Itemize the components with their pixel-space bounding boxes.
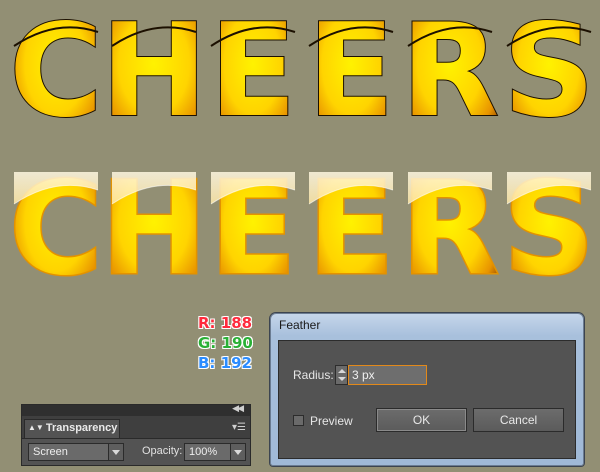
tab-transparency-label: Transparency (45, 422, 118, 434)
letter-e-3: E (208, 154, 298, 306)
opacity-select[interactable]: 100% (184, 443, 246, 461)
letter-c-1: C (8, 154, 105, 306)
transparency-panel: ◀◀ ▲▼ Transparency ▾☰ Screen Opacity: 100… (21, 403, 251, 466)
svg-text:C: C (9, 0, 103, 146)
dialog-body: Radius: 3 px Preview OK Cancel (278, 340, 576, 459)
svg-text:R: R (401, 0, 500, 146)
feather-dialog: Feather Radius: 3 px Preview OK Cancel (270, 313, 584, 466)
letter-h-2: H (99, 0, 208, 147)
blend-mode-value: Screen (33, 446, 68, 458)
chevron-down-icon[interactable] (230, 444, 245, 460)
tab-transparency[interactable]: ▲▼ Transparency (24, 419, 120, 438)
radius-input[interactable]: 3 px (348, 365, 427, 385)
stepper-down-icon[interactable] (338, 377, 346, 381)
stepper-up-icon[interactable] (338, 369, 346, 373)
cheers-word-row-1: CH E E R S (8, 0, 596, 147)
preview-label: Preview (310, 414, 353, 428)
dialog-title: Feather (279, 318, 321, 332)
letter-c-1: C (8, 0, 104, 147)
letter-r-5: R (399, 154, 501, 306)
cheers-word-row-2: CH E E R S (8, 154, 597, 306)
preview-checkbox[interactable] (293, 415, 304, 426)
letter-e-4: E (306, 0, 395, 147)
svg-text:E: E (209, 0, 296, 146)
panel-title-strip: ◀◀ (22, 403, 250, 416)
letter-e-3: E (208, 0, 297, 147)
panel-menu-icon[interactable]: ▾☰ (232, 422, 246, 433)
blend-mode-select[interactable]: Screen (28, 443, 124, 461)
rgb-red-value: R: 188 (198, 314, 253, 332)
rgb-green-value: G: 190 (198, 334, 253, 352)
radius-stepper[interactable] (335, 365, 348, 385)
cancel-button[interactable]: Cancel (473, 408, 564, 432)
letter-r-5: R (400, 0, 501, 147)
letter-e-4: E (306, 154, 396, 306)
ok-button[interactable]: OK (376, 408, 467, 432)
artwork-canvas: CHEERS CHEERS (0, 0, 600, 320)
letter-h-2: H (99, 154, 209, 306)
opacity-label: Opacity: (142, 445, 183, 457)
tab-toggle-icon: ▲▼ (28, 423, 44, 432)
panel-tab-bar: ▲▼ Transparency ▾☰ (22, 416, 250, 439)
rgb-readout: R: 188 G: 190 B: 192 (198, 313, 253, 373)
radius-label: Radius: (293, 368, 334, 382)
chevron-down-icon[interactable] (108, 444, 123, 460)
opacity-value: 100% (189, 446, 218, 458)
collapse-panel-icon[interactable]: ◀◀ (232, 403, 244, 414)
letter-s-6: S (501, 154, 596, 306)
svg-text:S: S (503, 0, 595, 146)
rgb-blue-value: B: 192 (198, 354, 252, 372)
svg-text:H: H (100, 0, 207, 146)
svg-text:E: E (307, 0, 394, 146)
letter-s-6: S (502, 0, 596, 147)
